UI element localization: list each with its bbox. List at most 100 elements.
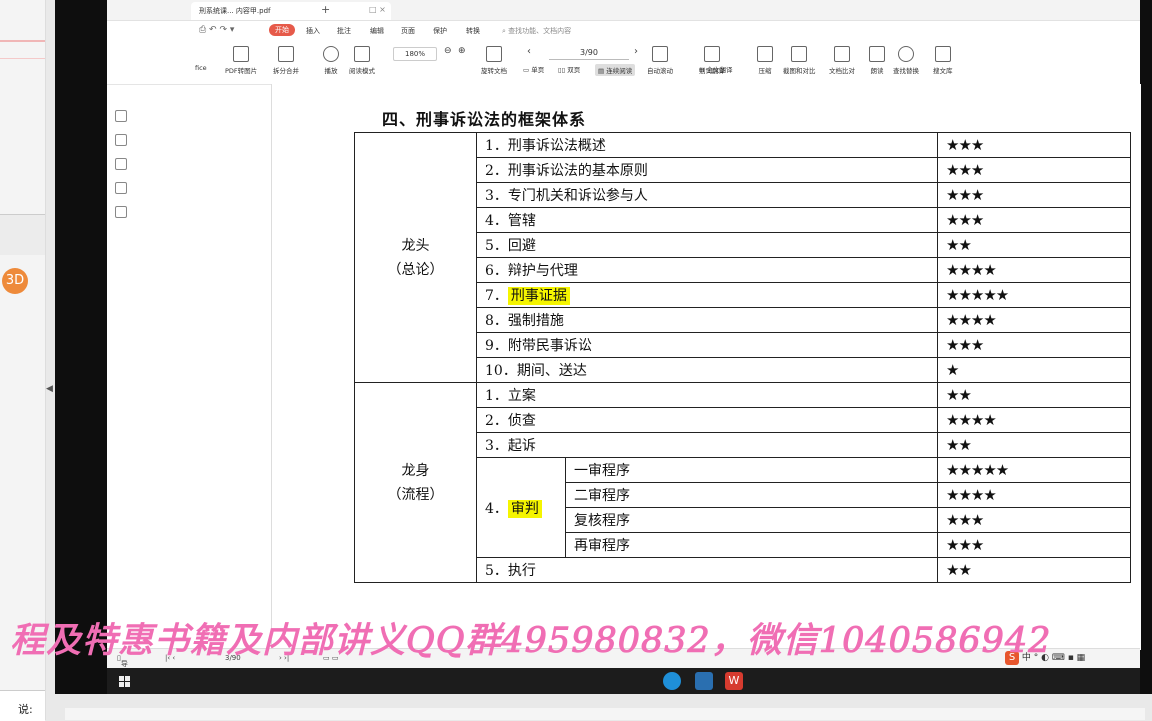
find-replace-button[interactable]: 查找替换 — [893, 46, 919, 75]
star-rating: ★★★★ — [937, 307, 1131, 333]
star-rating: ★★★ — [937, 157, 1131, 183]
new-tab-button[interactable]: + — [321, 3, 330, 16]
continuous-read-button[interactable]: ▤ 连续阅读 — [595, 64, 636, 76]
zoom-in-icon[interactable]: ⊕ — [458, 46, 466, 56]
attachment-icon[interactable] — [115, 158, 127, 170]
star-rating: ★★★ — [937, 507, 1131, 533]
item-label: 10．期间、送达 — [476, 357, 938, 383]
windows-start-icon[interactable] — [119, 676, 130, 687]
file-explorer-icon[interactable] — [695, 672, 713, 690]
divider — [0, 40, 45, 42]
document-tab[interactable]: 刑系统课... 内容甲.pdf □ × — [191, 2, 391, 20]
bottom-input-area — [65, 708, 1145, 720]
category-cell: 龙身 （流程） — [354, 382, 477, 583]
table-row: 龙头 （总论） 1．刑事诉讼法概述 ★★★ — [354, 132, 1131, 383]
menu-page[interactable]: 页面 — [401, 26, 415, 36]
image-icon — [233, 46, 250, 62]
item-label: 2．侦查 — [476, 407, 938, 433]
screenshot-icon — [791, 46, 808, 62]
trial-subitem: 再审程序 — [565, 532, 938, 558]
office-dropdown[interactable]: fice — [195, 64, 207, 72]
page-number-input[interactable]: 3/90 — [549, 46, 629, 60]
item-label: 2．刑事诉讼法的基本原则 — [476, 157, 938, 183]
play-button[interactable]: 播放 — [323, 46, 339, 75]
divider — [0, 58, 45, 59]
split-merge-button[interactable]: 拆分合并 — [273, 46, 299, 75]
single-page-button[interactable]: ▭ 单页 — [523, 64, 544, 74]
read-aloud-button[interactable]: 朗读 — [869, 46, 885, 75]
collapse-arrow-icon[interactable]: ◀ — [46, 384, 54, 394]
star-rating: ★★★ — [937, 182, 1131, 208]
category-label: （流程） — [387, 486, 444, 503]
read-mode-button[interactable]: 阅读模式 — [349, 46, 375, 75]
zoom-out-icon[interactable]: ⊖ — [444, 46, 452, 56]
star-rating: ★★ — [937, 432, 1131, 458]
star-rating: ★★★★ — [937, 482, 1131, 508]
item-label: 6．辩护与代理 — [476, 257, 938, 283]
item-label: 4．管辖 — [476, 207, 938, 233]
full-translate-button[interactable]: ⊞ 全文翻译 — [699, 64, 733, 74]
screen-bezel-right — [1140, 0, 1152, 694]
sidebar-tools — [115, 110, 129, 230]
tab-title: 刑系统课... 内容甲.pdf — [199, 7, 271, 15]
highlighted-item-label: 审判 — [507, 499, 542, 518]
menu-edit[interactable]: 编辑 — [370, 26, 384, 36]
pdf-to-image-button[interactable]: PDF转图片 — [225, 46, 257, 75]
category-label: 龙头 — [401, 237, 430, 254]
menu-comment[interactable]: 批注 — [337, 26, 351, 36]
framework-table: 龙头 （总论） 1．刑事诉讼法概述 ★★★ 2．刑事诉讼法的基本原则 ★★★ 3．专门机关和… — [354, 132, 1131, 583]
trial-subitem: 复核程序 — [565, 507, 938, 533]
item-label: 1．立案 — [476, 382, 938, 408]
comment-label: 说: — [18, 703, 33, 716]
menu-insert[interactable]: 插入 — [306, 26, 320, 36]
item-cell: 7． 刑事证据 — [476, 282, 938, 308]
play-icon — [323, 46, 339, 62]
edge-browser-icon[interactable] — [663, 672, 681, 690]
search-icon — [898, 46, 914, 62]
doc-compare-button[interactable]: 文档比对 — [829, 46, 855, 75]
screenshot-compare-button[interactable]: 截图和对比 — [783, 46, 816, 75]
star-rating: ★★★★ — [937, 257, 1131, 283]
taskbar: W — [107, 668, 1140, 694]
menu-protect[interactable]: 保护 — [433, 26, 447, 36]
next-page-icon[interactable]: › — [634, 46, 638, 57]
book-icon — [354, 46, 370, 62]
search-library-button[interactable]: 搜文库 — [933, 46, 953, 75]
star-rating: ★★★ — [937, 132, 1131, 158]
thumbnail-icon[interactable] — [115, 110, 127, 122]
star-rating: ★★★★★ — [937, 457, 1131, 483]
tab-close-icon[interactable]: □ × — [369, 5, 386, 14]
quick-access-icons[interactable]: ⎙ ↶ ↷ ▾ — [199, 25, 234, 35]
scroll-icon — [652, 46, 668, 62]
star-rating: ★★★★ — [937, 407, 1131, 433]
menu-convert[interactable]: 转换 — [466, 26, 480, 36]
item-label: 3．专门机关和诉讼参与人 — [476, 182, 938, 208]
item-label: 9．附带民事诉讼 — [476, 332, 938, 358]
item-label: 5．回避 — [476, 232, 938, 258]
wps-app-icon[interactable]: W — [725, 672, 743, 690]
search-input[interactable]: ⌕ 查找功能、文档内容 — [502, 26, 571, 36]
bottom-area — [55, 694, 1152, 720]
trial-cell: 4． 审判 — [476, 457, 566, 558]
app-badge-icon[interactable]: 3D — [2, 268, 28, 294]
ribbon-toolbar: PDF转图片 拆分合并 播放 阅读模式 180% ⊖ ⊕ 旋转文档 ‹ 3/90… — [107, 42, 1140, 85]
prev-page-icon[interactable]: ‹ — [527, 46, 531, 57]
rotate-button[interactable]: 旋转文档 — [481, 46, 507, 75]
split-icon — [278, 46, 294, 62]
auto-scroll-button[interactable]: 自动滚动 — [647, 46, 673, 75]
layers-icon[interactable] — [115, 206, 127, 218]
compress-button[interactable]: 压缩 — [757, 46, 773, 75]
star-rating: ★★★ — [937, 532, 1131, 558]
comment-box[interactable]: 说: — [0, 690, 45, 721]
double-page-button[interactable]: ▯▯ 双页 — [558, 64, 580, 74]
item-number: 4． — [485, 500, 508, 517]
bookmark-icon[interactable] — [115, 134, 127, 146]
signature-icon[interactable] — [115, 182, 127, 194]
item-label: 8．强制措施 — [476, 307, 938, 333]
zoom-select[interactable]: 180% — [393, 47, 437, 61]
watermark-text: 程及特惠书籍及内部讲义QQ群495980832，微信1040586942 — [9, 621, 1052, 662]
item-label: 3．起诉 — [476, 432, 938, 458]
item-number: 7． — [485, 288, 508, 304]
menu-home[interactable]: 开始 — [269, 24, 295, 36]
star-rating: ★★★ — [937, 207, 1131, 233]
